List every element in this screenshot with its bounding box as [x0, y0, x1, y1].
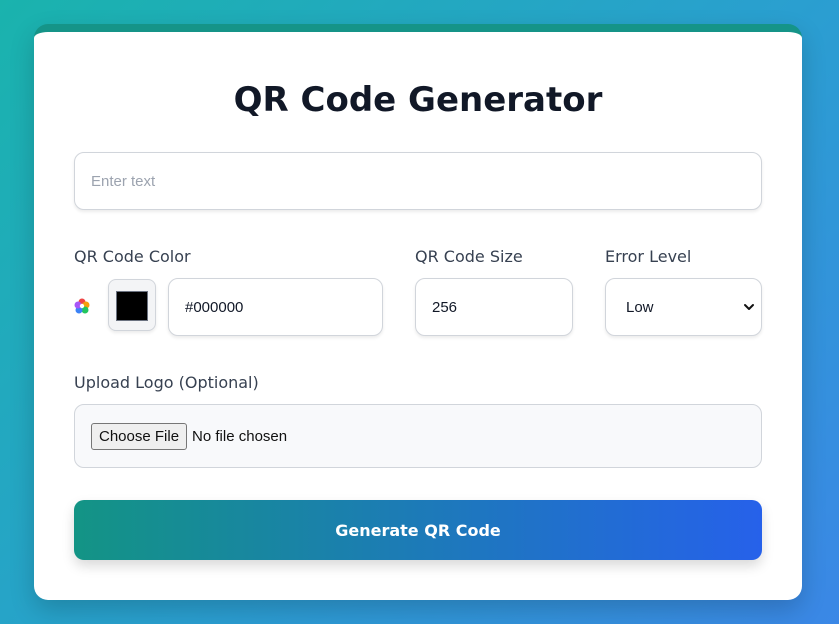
file-status: No file chosen [192, 427, 288, 445]
size-input[interactable]: 256 [415, 278, 573, 336]
size-label: QR Code Size [415, 247, 523, 266]
qr-generator-card: QR Code Generator QR Code Color #000000 … [34, 24, 802, 600]
palette-icon [74, 298, 90, 314]
color-label: QR Code Color [74, 247, 191, 266]
generate-button-label: Generate QR Code [335, 520, 501, 540]
choose-file-button[interactable]: Choose File [91, 422, 188, 450]
color-hex-value: #000000 [185, 298, 244, 316]
logo-label: Upload Logo (Optional) [74, 373, 259, 392]
size-value: 256 [432, 298, 458, 316]
chevron-down-icon [744, 304, 754, 310]
error-level-label: Error Level [605, 247, 692, 266]
generate-button[interactable]: Generate QR Code [74, 500, 762, 560]
color-hex-input[interactable]: #000000 [168, 278, 383, 336]
color-swatch [116, 291, 148, 321]
error-level-select[interactable]: Low [605, 278, 762, 336]
logo-file-input[interactable]: Choose File No file chosen [74, 404, 762, 468]
color-picker-button[interactable] [108, 279, 156, 331]
page-title: QR Code Generator [233, 80, 603, 120]
error-level-selected: Low [626, 298, 654, 316]
text-input[interactable] [74, 152, 762, 210]
